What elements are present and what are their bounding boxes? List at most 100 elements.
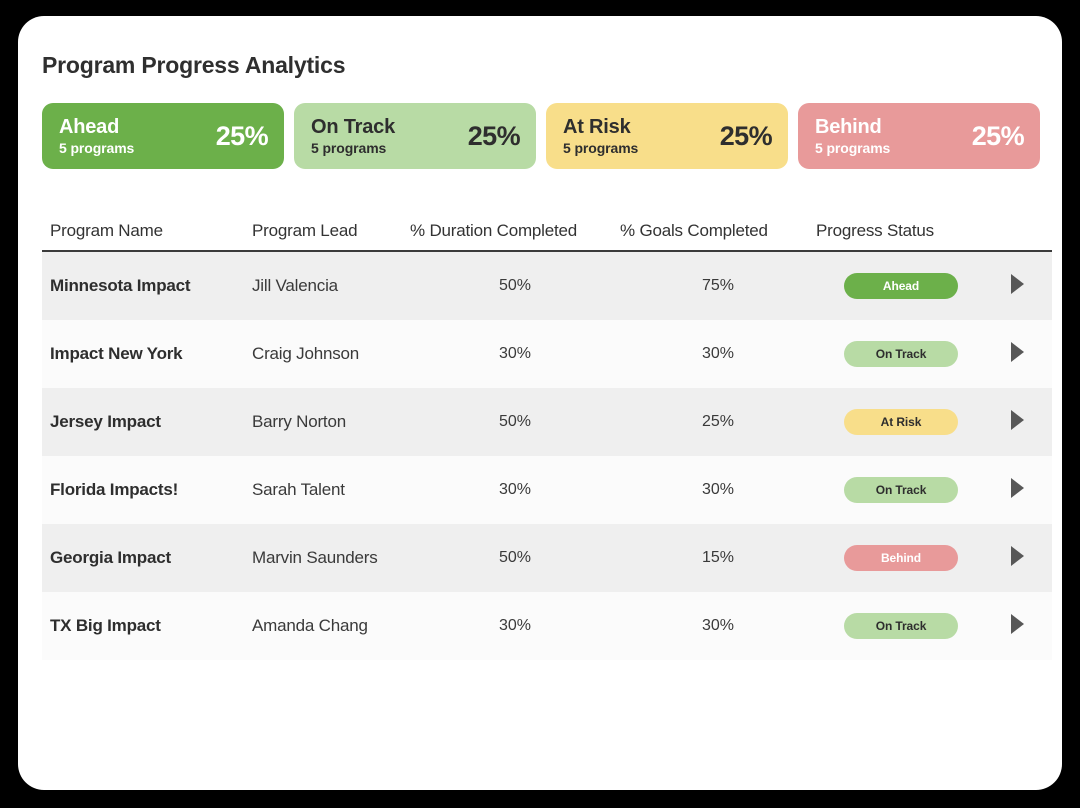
- summary-card-percent: 25%: [971, 120, 1025, 151]
- status-badge[interactable]: Ahead: [844, 273, 958, 299]
- cell-goals-completed-text: 75%: [701, 277, 735, 294]
- cell-duration-completed: 30%: [410, 345, 620, 363]
- table-body: Minnesota Impact Jill Valencia 50% 75% Ahead…: [42, 252, 1052, 660]
- cell-duration-completed-text: 30%: [498, 481, 532, 498]
- cell-duration-completed: 50%: [410, 549, 620, 567]
- table-row[interactable]: Minnesota Impact Jill Valencia 50% 75% Ahead: [42, 252, 1052, 320]
- caret-right-icon[interactable]: [1010, 273, 1024, 294]
- cell-duration-completed-text: 30%: [498, 345, 532, 362]
- cell-program-lead: Craig Johnson: [252, 344, 410, 364]
- cell-goals-completed: 15%: [620, 549, 816, 567]
- status-badge[interactable]: On Track: [844, 477, 958, 503]
- column-header-program-lead: Program Lead: [252, 221, 358, 240]
- caret-right-icon[interactable]: [1010, 409, 1024, 430]
- cell-duration-completed: 30%: [410, 481, 620, 499]
- table-row[interactable]: Jersey Impact Barry Norton 50% 25% At Risk: [42, 388, 1052, 456]
- cell-duration-completed-text: 50%: [498, 277, 532, 294]
- summary-card-label: At Risk: [563, 115, 631, 138]
- cell-program-name: Minnesota Impact: [42, 276, 252, 296]
- cell-progress-status: On Track: [816, 341, 986, 367]
- row-expand-button[interactable]: [986, 613, 1048, 639]
- caret-right-icon[interactable]: [1010, 613, 1024, 634]
- cell-duration-completed-text: 50%: [498, 549, 532, 566]
- cell-progress-status: Ahead: [816, 273, 986, 299]
- summary-card-text: Behind 5 programs: [815, 115, 891, 156]
- summary-card-subtitle: 5 programs: [59, 139, 135, 156]
- summary-card-percent: 25%: [719, 120, 773, 151]
- cell-duration-completed: 50%: [410, 277, 620, 295]
- caret-right-icon[interactable]: [1010, 545, 1024, 566]
- cell-program-lead: Sarah Talent: [252, 480, 410, 500]
- cell-goals-completed: 30%: [620, 617, 816, 635]
- page-title: Program Progress Analytics: [42, 52, 346, 78]
- row-expand-button[interactable]: [986, 477, 1048, 503]
- cell-program-name: Florida Impacts!: [42, 480, 252, 500]
- cell-program-name-text: TX Big Impact: [50, 616, 161, 635]
- cell-goals-completed-text: 30%: [701, 345, 735, 362]
- table-row[interactable]: Florida Impacts! Sarah Talent 30% 30% On Tra…: [42, 456, 1052, 524]
- app-window: Program Progress Analytics Ahead 5 progra…: [18, 16, 1062, 790]
- cell-program-lead-text: Amanda Chang: [252, 616, 368, 635]
- row-expand-button[interactable]: [986, 273, 1048, 299]
- cell-goals-completed: 25%: [620, 413, 816, 431]
- programs-table: Program Name Program Lead % Duration Com…: [42, 221, 1052, 660]
- row-expand-button[interactable]: [986, 545, 1048, 571]
- table-row[interactable]: Georgia Impact Marvin Saunders 50% 15% Behin…: [42, 524, 1052, 592]
- summary-card-on-track[interactable]: On Track 5 programs 25%: [294, 103, 536, 169]
- summary-card-text: At Risk 5 programs: [563, 115, 638, 156]
- cell-goals-completed-text: 25%: [701, 413, 735, 430]
- column-header-progress-status: Progress Status: [816, 221, 934, 240]
- table-row[interactable]: Impact New York Craig Johnson 30% 30% On Tra…: [42, 320, 1052, 388]
- cell-program-lead: Marvin Saunders: [252, 548, 410, 568]
- cell-duration-completed-text: 50%: [498, 413, 532, 430]
- cell-duration-completed-text: 30%: [498, 617, 532, 634]
- caret-right-icon[interactable]: [1010, 477, 1024, 498]
- column-header-program-name: Program Name: [50, 221, 163, 240]
- cell-program-name-text: Georgia Impact: [50, 548, 171, 567]
- cell-program-lead: Amanda Chang: [252, 616, 410, 636]
- summary-card-text: On Track 5 programs: [311, 115, 395, 156]
- summary-card-behind[interactable]: Behind 5 programs 25%: [798, 103, 1040, 169]
- status-badge[interactable]: On Track: [844, 613, 958, 639]
- summary-card-label: Behind: [815, 115, 882, 138]
- summary-card-subtitle: 5 programs: [815, 139, 891, 156]
- cell-program-lead: Jill Valencia: [252, 276, 410, 296]
- table-row[interactable]: TX Big Impact Amanda Chang 30% 30% On Track: [42, 592, 1052, 660]
- cell-goals-completed-text: 15%: [701, 549, 735, 566]
- cell-goals-completed-text: 30%: [701, 617, 735, 634]
- cell-program-lead-text: Barry Norton: [252, 412, 346, 431]
- cell-program-name-text: Florida Impacts!: [50, 480, 179, 499]
- cell-program-name: TX Big Impact: [42, 616, 252, 636]
- dashboard-content: Program Progress Analytics Ahead 5 progra…: [40, 52, 1052, 660]
- cell-goals-completed: 75%: [620, 277, 816, 295]
- summary-cards: Ahead 5 programs 25% On Track 5 programs 25% A…: [42, 103, 1040, 169]
- cell-program-lead-text: Marvin Saunders: [252, 548, 378, 567]
- column-header-goals-completed: % Goals Completed: [620, 221, 768, 240]
- cell-progress-status: At Risk: [816, 409, 986, 435]
- status-badge[interactable]: On Track: [844, 341, 958, 367]
- cell-program-lead-text: Sarah Talent: [252, 480, 345, 499]
- summary-card-at-risk[interactable]: At Risk 5 programs 25%: [546, 103, 788, 169]
- cell-progress-status: On Track: [816, 613, 986, 639]
- row-expand-button[interactable]: [986, 341, 1048, 367]
- cell-program-name-text: Impact New York: [50, 344, 183, 363]
- summary-card-percent: 25%: [215, 120, 269, 151]
- summary-card-subtitle: 5 programs: [311, 139, 387, 156]
- cell-program-name: Impact New York: [42, 344, 252, 364]
- summary-card-text: Ahead 5 programs: [59, 116, 135, 156]
- cell-goals-completed: 30%: [620, 345, 816, 363]
- status-badge[interactable]: Behind: [844, 545, 958, 571]
- table-header-row: Program Name Program Lead % Duration Com…: [42, 221, 1052, 252]
- cell-program-lead-text: Jill Valencia: [252, 276, 338, 295]
- row-expand-button[interactable]: [986, 409, 1048, 435]
- cell-program-name-text: Minnesota Impact: [50, 276, 191, 295]
- cell-goals-completed: 30%: [620, 481, 816, 499]
- caret-right-icon[interactable]: [1010, 341, 1024, 362]
- cell-program-lead-text: Craig Johnson: [252, 344, 360, 363]
- summary-card-label: On Track: [311, 115, 395, 138]
- column-header-duration-completed: % Duration Completed: [410, 221, 578, 240]
- cell-program-name: Georgia Impact: [42, 548, 252, 568]
- cell-duration-completed: 30%: [410, 617, 620, 635]
- summary-card-ahead[interactable]: Ahead 5 programs 25%: [42, 103, 284, 169]
- status-badge[interactable]: At Risk: [844, 409, 958, 435]
